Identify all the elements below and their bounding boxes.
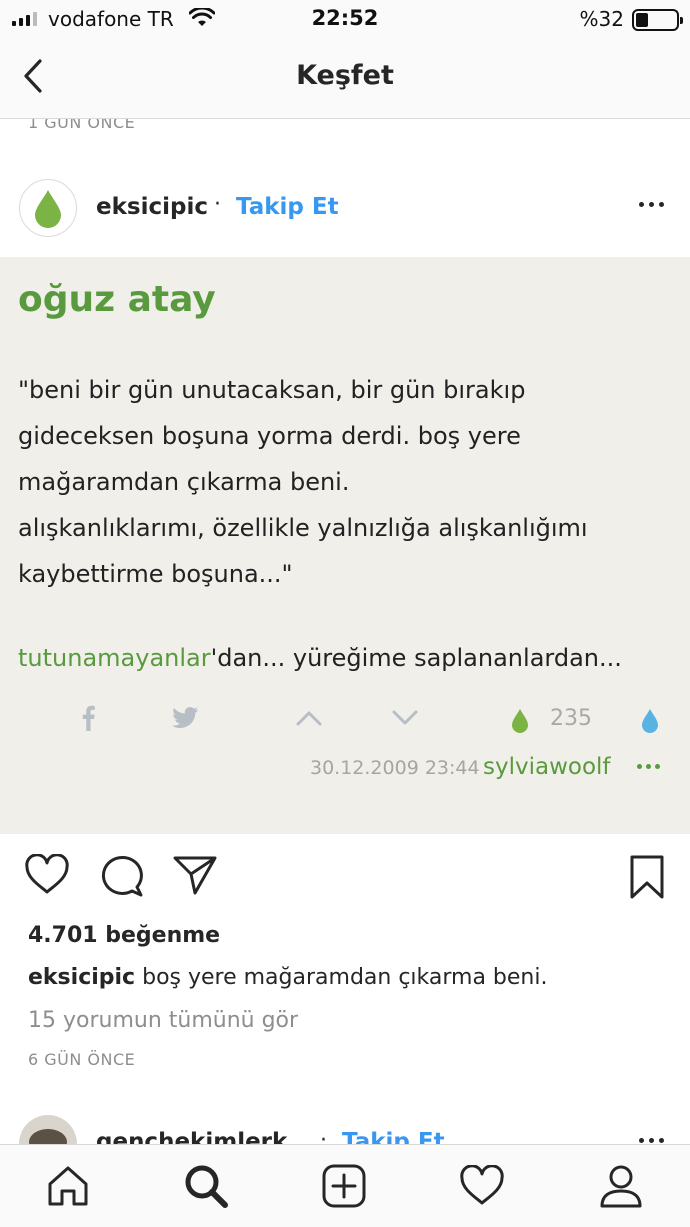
favorite-count: 235 — [550, 706, 592, 731]
entry-author: sylviawoolf — [483, 754, 611, 780]
caption-text: boş yere mağaramdan çıkarma beni. — [135, 965, 548, 990]
favorite-drop-icon — [512, 709, 528, 733]
search-icon — [185, 1165, 228, 1208]
caption-username[interactable]: eksicipic — [28, 965, 135, 990]
post-action-bar — [0, 834, 690, 924]
view-all-comments-link[interactable]: 15 yorumun tümünü gör — [28, 1008, 298, 1033]
battery-percent: %32 — [579, 7, 624, 31]
post-header: eksicipic · Takip Et — [0, 158, 690, 258]
entry-date: 30.12.2009 23:44 — [310, 757, 480, 779]
upvote-icon — [296, 711, 322, 726]
entry-line: "beni bir gün unutacaksan, bir gün bırak… — [18, 376, 526, 404]
tab-search[interactable] — [181, 1161, 231, 1211]
tab-home[interactable] — [43, 1161, 93, 1211]
entry-source: tutunamayanlar'dan... yüreğime saplananl… — [18, 644, 688, 672]
avatar[interactable] — [19, 179, 77, 237]
follow-button[interactable]: Takip Et — [236, 194, 339, 220]
like-count[interactable]: 4.701 beğenme — [28, 923, 220, 948]
entry-line: mağaramdan çıkarma beni. — [18, 468, 350, 496]
share-icon[interactable] — [172, 854, 218, 896]
entry-more-icon — [637, 764, 660, 769]
heart-icon — [460, 1165, 504, 1205]
entry-line: alışkanlıklarımı, özellikle yalnızlığa a… — [18, 514, 588, 542]
facebook-icon — [82, 705, 95, 731]
home-icon — [48, 1166, 88, 1206]
nav-header: Keşfet — [0, 40, 690, 119]
source-text: 'dan... yüreğime saplananlardan... — [210, 644, 622, 672]
battery-icon — [632, 9, 683, 31]
page-title: Keşfet — [296, 60, 394, 91]
twitter-icon — [172, 707, 198, 729]
more-options-icon[interactable] — [639, 1138, 664, 1143]
entry-body: "beni bir gün unutacaksan, bir gün bırak… — [18, 367, 678, 597]
separator-dot: · — [214, 192, 221, 217]
next-post-header: genchekimlerk · Takip Et — [0, 1108, 690, 1148]
profile-icon — [600, 1165, 642, 1208]
downvote-icon — [392, 710, 418, 725]
add-post-icon — [322, 1164, 366, 1208]
tab-add-post[interactable] — [319, 1161, 369, 1211]
entry-actions: 235 — [0, 704, 690, 744]
tab-activity[interactable] — [457, 1161, 507, 1211]
tab-bar — [0, 1144, 690, 1227]
post-username[interactable]: eksicipic — [96, 194, 208, 220]
blue-drop-icon — [642, 709, 658, 733]
comment-icon[interactable] — [99, 854, 145, 898]
source-link: tutunamayanlar — [18, 644, 211, 672]
post-image[interactable]: oğuz atay "beni bir gün unutacaksan, bir… — [0, 257, 690, 834]
drop-icon — [35, 190, 61, 228]
post-time: 6 GÜN ÖNCE — [28, 1050, 136, 1069]
entry-meta: 30.12.2009 23:44 sylviawoolf — [0, 754, 690, 784]
bookmark-icon[interactable] — [629, 854, 665, 900]
entry-title: oğuz atay — [18, 279, 216, 320]
entry-line: gideceksen boşuna yorma derdi. boş yere — [18, 422, 521, 450]
more-options-icon[interactable] — [639, 202, 664, 207]
entry-line: kaybettirme boşuna..." — [18, 560, 293, 588]
status-bar: vodafone TR 22:52 %32 — [0, 0, 690, 40]
heart-icon[interactable] — [24, 854, 70, 896]
post-caption: eksicipic boş yere mağaramdan çıkarma be… — [28, 965, 547, 990]
tab-profile[interactable] — [596, 1161, 646, 1211]
